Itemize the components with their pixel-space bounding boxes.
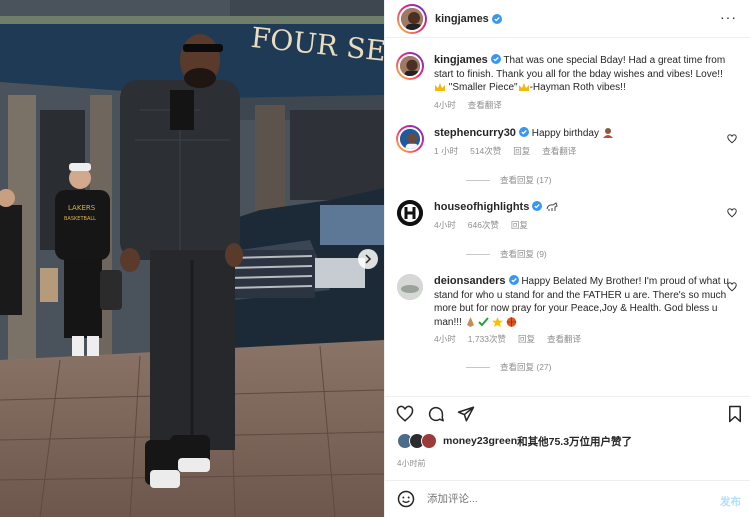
see-translation-link[interactable]: 查看翻译 xyxy=(547,334,581,344)
comment-likes[interactable]: 514次赞 xyxy=(470,146,501,156)
basketball-emoji-icon xyxy=(506,316,517,327)
caption-username[interactable]: kingjames xyxy=(434,54,488,66)
next-arrow-icon xyxy=(365,254,372,264)
comment-reply-button[interactable]: 回复 xyxy=(518,334,535,344)
avatar[interactable] xyxy=(397,3,427,34)
see-translation-link[interactable]: 查看翻译 xyxy=(542,146,576,156)
comment-username[interactable]: deionsanders xyxy=(434,275,506,287)
view-replies-link[interactable]: 查看回复 (9) xyxy=(466,248,547,260)
caption-avatar-image xyxy=(400,56,420,76)
more-options-icon[interactable]: ··· xyxy=(720,10,737,24)
comment-reply-button[interactable]: 回复 xyxy=(513,146,530,156)
liker-username[interactable]: money23green xyxy=(443,435,517,447)
comment-avatar[interactable] xyxy=(397,200,423,226)
caption-meta: 4小时 查看翻译 xyxy=(434,99,732,113)
comment-avatar-image xyxy=(397,274,423,300)
comment-avatar[interactable] xyxy=(397,274,423,300)
comment-body: houseofhighlights 4小时 646次赞 回复 xyxy=(434,201,732,232)
comment-body: deionsanders Happy Belated My Brother! I… xyxy=(434,275,732,347)
liker-avatars xyxy=(397,433,439,449)
likes-summary[interactable]: money23green 和其他75.3万位用户赞了 xyxy=(397,432,632,450)
comment-reply-button[interactable]: 回复 xyxy=(511,220,528,230)
next-photo-button[interactable] xyxy=(358,249,378,269)
comment-likes[interactable]: 1,733次赞 xyxy=(468,334,506,344)
view-replies-link[interactable]: 查看回复 (17) xyxy=(466,174,551,186)
view-replies-link[interactable]: 查看回复 (27) xyxy=(466,361,551,373)
comment-meta: 4小时 1,733次赞 回复 查看翻译 xyxy=(434,333,732,347)
liker-avatar xyxy=(421,433,437,449)
caption-avatar[interactable] xyxy=(396,52,424,80)
emoji-icon[interactable] xyxy=(397,490,415,508)
comments-list: kingjames That was one special Bday! Had… xyxy=(385,39,750,395)
comment-username[interactable]: stephencurry30 xyxy=(434,127,516,139)
comment-time[interactable]: 4小时 xyxy=(434,334,456,344)
photo-image: FOUR SEAS LAKERS BASKETBALL xyxy=(0,0,384,517)
star-emoji-icon xyxy=(492,316,504,327)
caption-time[interactable]: 4小时 xyxy=(434,100,456,110)
comment-time[interactable]: 1 小时 xyxy=(434,146,458,156)
praying-hands-emoji-icon xyxy=(466,316,474,327)
person-emoji-icon xyxy=(602,128,613,138)
comment-avatar-image xyxy=(400,129,420,149)
likes-count-text[interactable]: 和其他75.3万位用户赞了 xyxy=(517,434,632,449)
bookmark-icon[interactable] xyxy=(726,405,744,423)
comment-meta: 1 小时 514次赞 回复 查看翻译 xyxy=(434,145,732,159)
comment-meta: 4小时 646次赞 回复 xyxy=(434,219,732,233)
comment-like-heart-icon[interactable] xyxy=(727,282,737,292)
comment-time[interactable]: 4小时 xyxy=(434,220,456,230)
comment-like-heart-icon[interactable] xyxy=(727,134,737,144)
verified-icon xyxy=(490,54,501,64)
comment-avatar[interactable] xyxy=(396,125,424,153)
see-translation-link[interactable]: 查看翻译 xyxy=(468,100,502,110)
crown-emoji-icon xyxy=(435,83,445,91)
post-timestamp: 4小时前 xyxy=(397,459,426,468)
comment-input[interactable] xyxy=(427,493,697,505)
share-icon[interactable] xyxy=(457,405,475,423)
comment-icon[interactable] xyxy=(427,405,445,423)
post-header: kingjames ··· xyxy=(385,0,750,38)
verified-icon xyxy=(518,127,529,137)
verified-icon xyxy=(508,275,519,285)
verified-icon xyxy=(491,13,502,24)
caption-body: kingjames That was one special Bday! Had… xyxy=(434,54,732,112)
comment-username[interactable]: houseofhighlights xyxy=(434,201,529,213)
heart-icon[interactable] xyxy=(396,405,414,423)
post-comment-button[interactable]: 发布 xyxy=(720,494,741,509)
verified-icon xyxy=(532,201,543,211)
header-username[interactable]: kingjames xyxy=(435,13,489,25)
crown-emoji-icon xyxy=(518,83,529,91)
comment-text: Happy birthday xyxy=(531,128,599,139)
post-photo[interactable]: FOUR SEAS LAKERS BASKETBALL xyxy=(0,0,384,517)
avatar-image xyxy=(401,7,423,30)
shirt-text-basketball: BASKETBALL xyxy=(64,216,96,222)
add-comment-bar: 发布 xyxy=(385,480,750,517)
goat-emoji-icon xyxy=(546,202,558,211)
comment-like-heart-icon[interactable] xyxy=(727,208,737,218)
check-mark-emoji-icon xyxy=(478,316,490,326)
shirt-text-lakers: LAKERS xyxy=(68,204,96,212)
post-actions xyxy=(385,396,750,430)
house-of-highlights-logo-icon xyxy=(397,200,423,226)
comment-likes[interactable]: 646次赞 xyxy=(468,220,499,230)
comment-body: stephencurry30 Happy birthday 1 小时 514次赞 回… xyxy=(434,127,732,158)
caption-quote: "Smaller Piece" xyxy=(448,82,518,93)
post-side-panel: kingjames ··· kingjames That was one spe… xyxy=(384,0,750,517)
caption-text-2: -Hayman Roth vibes!! xyxy=(529,82,626,93)
